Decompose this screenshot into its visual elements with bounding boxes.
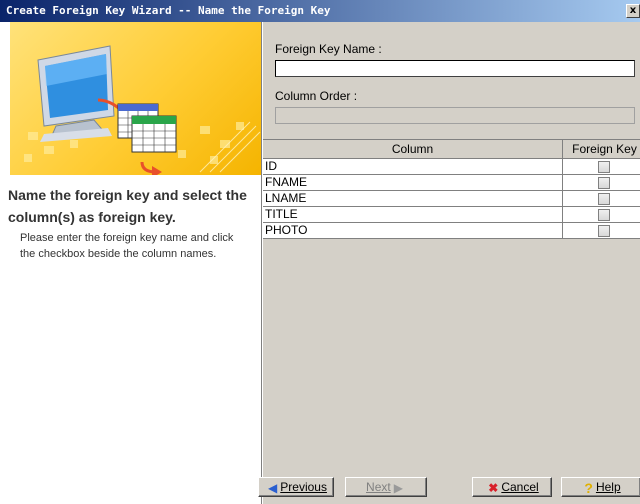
column-name-cell: PHOTO <box>263 223 563 239</box>
table-row[interactable]: LNAME <box>263 191 640 207</box>
foreign-key-checkbox[interactable] <box>598 225 610 237</box>
foreign-key-checkbox[interactable] <box>598 209 610 221</box>
title-bar[interactable]: Create Foreign Key Wizard -- Name the Fo… <box>0 0 640 22</box>
foreign-key-checkbox[interactable] <box>598 161 610 173</box>
wizard-illustration <box>10 22 261 178</box>
column-name-cell: ID <box>263 159 563 175</box>
help-button[interactable]: ? Help <box>561 477 640 497</box>
foreign-key-cell <box>563 175 640 191</box>
cancel-label: Cancel <box>501 480 539 494</box>
next-button[interactable]: Next ▶ <box>345 477 427 497</box>
previous-button[interactable]: ◀ Previous <box>258 477 334 497</box>
column-name-cell: TITLE <box>263 207 563 223</box>
step-heading: Name the foreign key and select the colu… <box>8 187 247 225</box>
table-row[interactable]: PHOTO <box>263 223 640 239</box>
foreign-key-cell <box>563 191 640 207</box>
window-title: Create Foreign Key Wizard -- Name the Fo… <box>6 4 331 17</box>
help-label: Help <box>595 480 621 494</box>
table-row[interactable]: FNAME <box>263 175 640 191</box>
monitor-and-table-icon <box>24 45 261 178</box>
table-header: Column Foreign Key <box>263 140 640 159</box>
red-x-icon: ✖ <box>488 480 499 495</box>
button-bar: ◀ Previous Next ▶ ✖ Cancel ? Help <box>258 469 640 504</box>
columns-table: Column Foreign Key ID FNAME LNAME TITLE … <box>263 139 640 470</box>
fk-name-input[interactable] <box>275 60 635 77</box>
foreign-key-cell <box>563 223 640 239</box>
column-name-cell: LNAME <box>263 191 563 207</box>
column-name-cell: FNAME <box>263 175 563 191</box>
arrow-right-icon: ▶ <box>393 480 403 495</box>
table-row[interactable]: ID <box>263 159 640 175</box>
foreign-key-checkbox[interactable] <box>598 193 610 205</box>
step-description: Please enter the foreign key name and cl… <box>20 232 234 260</box>
arrow-left-icon: ◀ <box>268 480 278 495</box>
foreign-key-cell <box>563 207 640 223</box>
table-row[interactable]: TITLE <box>263 207 640 223</box>
fk-name-label: Foreign Key Name : <box>275 42 382 56</box>
previous-label: Previous <box>280 480 327 494</box>
column-header[interactable]: Column <box>263 140 563 159</box>
question-mark-icon: ? <box>584 479 593 496</box>
left-panel: Name the foreign key and select the colu… <box>0 22 261 504</box>
foreign-key-header[interactable]: Foreign Key <box>563 140 640 159</box>
column-order-field <box>275 107 635 124</box>
foreign-key-cell <box>563 159 640 175</box>
next-label: Next <box>366 480 391 494</box>
foreign-key-checkbox[interactable] <box>598 177 610 189</box>
close-button[interactable]: x <box>626 4 640 18</box>
column-order-label: Column Order : <box>275 89 358 103</box>
cancel-button[interactable]: ✖ Cancel <box>472 477 552 497</box>
